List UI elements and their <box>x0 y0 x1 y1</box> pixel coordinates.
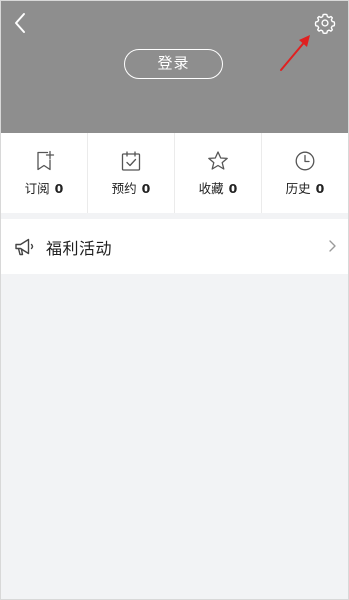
stat-count: 0 <box>315 181 325 196</box>
back-arrow-icon[interactable] <box>9 9 33 37</box>
star-icon <box>208 151 228 170</box>
profile-page: 登录 订阅 0 预约 0 收藏 0 历史 0 福利活动 <box>0 0 349 600</box>
stats-bar: 订阅 0 预约 0 收藏 0 历史 0 <box>1 133 348 213</box>
stat-reservation[interactable]: 预约 0 <box>88 133 175 213</box>
welfare-label: 福利活动 <box>46 239 113 258</box>
stat-count: 0 <box>228 181 238 196</box>
stat-favorites[interactable]: 收藏 0 <box>175 133 262 213</box>
stat-label: 收藏 <box>198 181 224 196</box>
stat-subscribe[interactable]: 订阅 0 <box>1 133 88 213</box>
stat-label: 历史 <box>285 181 311 196</box>
welfare-activities-row[interactable]: 福利活动 <box>1 219 348 274</box>
annotation-arrow-icon <box>280 35 310 71</box>
stat-label: 预约 <box>111 181 137 196</box>
stat-label: 订阅 <box>24 181 50 196</box>
stat-count: 0 <box>54 181 64 196</box>
stat-count: 0 <box>141 181 151 196</box>
chevron-right-icon <box>329 240 336 252</box>
settings-gear-icon[interactable] <box>314 12 336 34</box>
bookmark-plus-icon <box>37 150 55 171</box>
clock-icon <box>295 151 315 171</box>
stat-history[interactable]: 历史 0 <box>262 133 348 213</box>
calendar-check-icon <box>121 151 141 171</box>
profile-header: 登录 <box>1 1 348 133</box>
megaphone-icon <box>15 238 34 256</box>
login-button[interactable]: 登录 <box>124 49 223 79</box>
